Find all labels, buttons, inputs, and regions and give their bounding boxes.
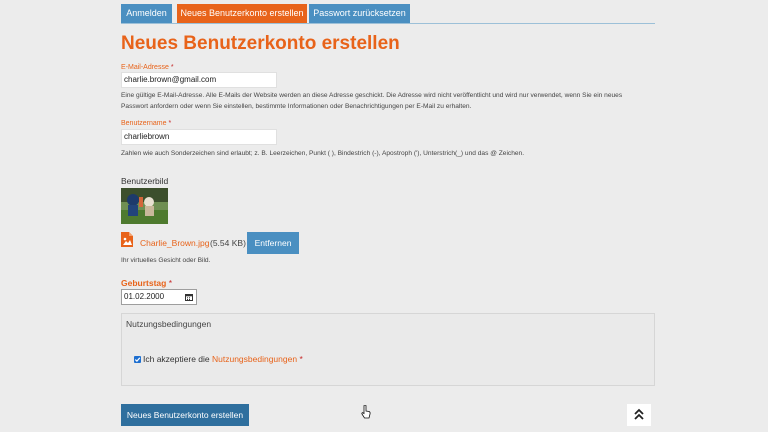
page-title: Neues Benutzerkonto erstellen	[121, 33, 400, 54]
uploaded-file-row: Charlie_Brown.jpg (5.54 KB) Entfernen	[121, 232, 321, 254]
checkmark-icon	[134, 357, 141, 362]
create-account-button[interactable]: Neues Benutzerkonto erstellen	[121, 404, 249, 426]
email-help: Eine gültige E-Mail-Adresse. Alle E-Mail…	[121, 90, 655, 112]
picture-label: Benutzerbild	[121, 176, 169, 186]
email-label: E-Mail-Adresse *	[121, 64, 174, 71]
hand-cursor-icon	[361, 405, 371, 419]
email-label-text: E-Mail-Adresse	[121, 64, 169, 71]
accept-terms-checkbox[interactable]	[134, 356, 141, 363]
registration-page: Anmelden Neues Benutzerkonto erstellen P…	[121, 0, 655, 432]
user-picture-thumbnail	[121, 188, 168, 224]
remove-picture-button[interactable]: Entfernen	[247, 232, 299, 254]
scroll-to-top-button[interactable]	[627, 404, 651, 426]
email-help-line-2: Passwort anfordern oder wenn Sie einstel…	[121, 103, 472, 110]
username-required-mark: *	[168, 120, 172, 127]
birthday-label: Geburtstag *	[121, 278, 172, 288]
tab-bar: Anmelden Neues Benutzerkonto erstellen P…	[121, 4, 655, 24]
terms-legend: Nutzungsbedingungen	[126, 319, 212, 329]
image-file-icon	[121, 232, 133, 247]
birthday-date-value: 01.02.2000	[124, 292, 165, 301]
uploaded-file-size: (5.54 KB)	[210, 238, 246, 248]
double-chevron-up-icon	[634, 408, 644, 420]
email-field[interactable]: charlie.brown@gmail.com	[121, 72, 277, 88]
calendar-icon[interactable]	[185, 293, 193, 301]
user-picture-image	[121, 188, 168, 224]
accept-terms-text: Ich akzeptiere die	[143, 354, 212, 364]
birthday-date-field[interactable]: 01.02.2000	[121, 289, 197, 305]
tab-login[interactable]: Anmelden	[121, 4, 172, 23]
tab-reset-password[interactable]: Passwort zurücksetzen	[309, 4, 410, 23]
username-field[interactable]: charliebrown	[121, 129, 277, 145]
terms-required-mark: *	[299, 354, 303, 364]
birthday-label-text: Geburtstag	[121, 278, 167, 288]
uploaded-file-link[interactable]: Charlie_Brown.jpg	[140, 238, 209, 248]
tab-register[interactable]: Neues Benutzerkonto erstellen	[177, 4, 307, 23]
accept-terms-label[interactable]: Ich akzeptiere die Nutzungsbedingungen *	[143, 354, 303, 364]
picture-help: Ihr virtuelles Gesicht oder Bild.	[121, 257, 211, 264]
birthday-required-mark: *	[168, 278, 173, 288]
terms-fieldset: Nutzungsbedingungen Ich akzeptiere die N…	[121, 313, 655, 386]
email-required-mark: *	[170, 64, 174, 71]
email-help-line-1: Eine gültige E-Mail-Adresse. Alle E-Mail…	[121, 92, 623, 99]
terms-link[interactable]: Nutzungsbedingungen	[212, 354, 297, 364]
username-label-text: Benutzername	[121, 120, 167, 127]
username-help: Zahlen wie auch Sonderzeichen sind erlau…	[121, 150, 525, 157]
username-label: Benutzername *	[121, 120, 171, 127]
